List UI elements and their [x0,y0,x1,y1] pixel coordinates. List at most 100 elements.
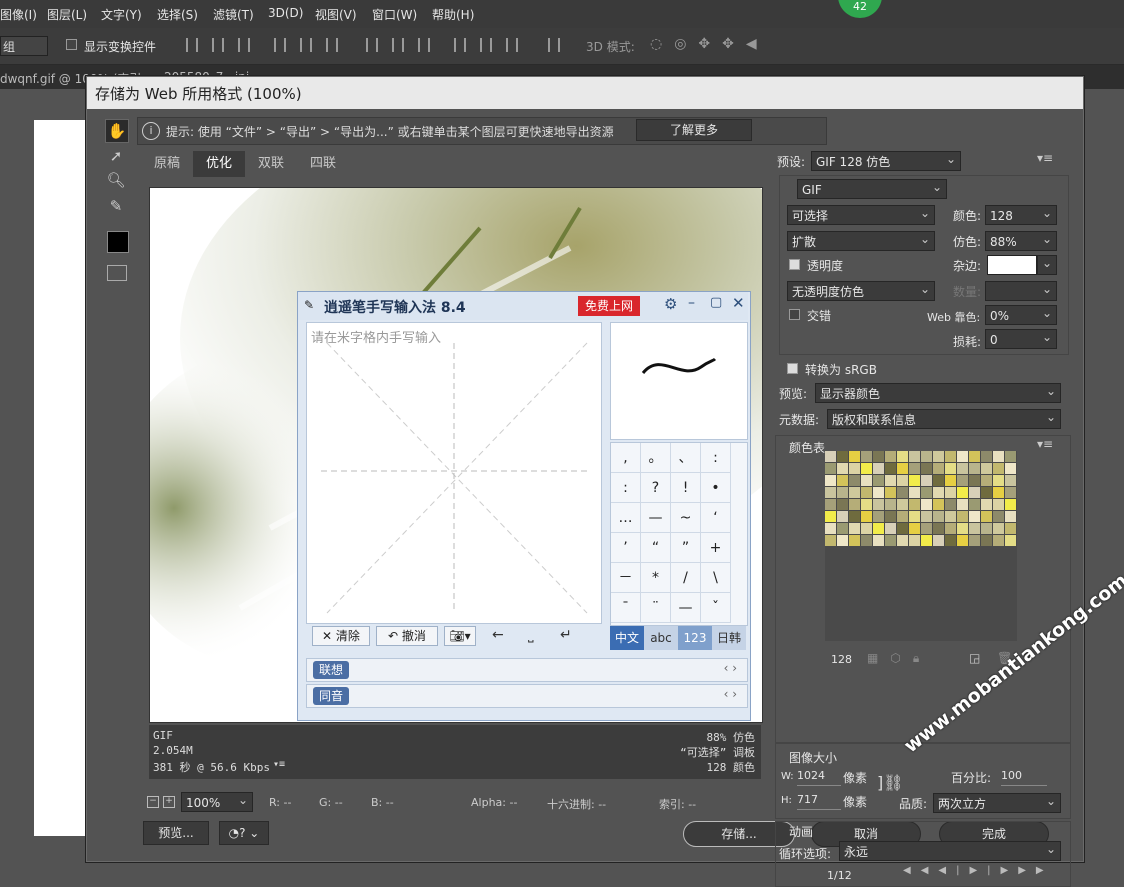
color-swatch[interactable] [933,475,944,486]
color-swatch[interactable] [981,499,992,510]
color-swatch[interactable] [825,463,836,474]
dither-select[interactable]: 88% [985,229,1057,251]
color-swatch[interactable] [921,475,932,486]
color-swatch[interactable] [849,487,860,498]
color-swatch[interactable] [945,463,956,474]
preview-button[interactable]: 预览... [143,821,209,845]
ime-handwriting-window[interactable]: ✎ 逍遥笔手写输入法 8.4 免费上网 ⚙ – ▢ ✕ 请在米字格内手写输入 ✕… [297,291,751,721]
color-swatch[interactable] [861,475,872,486]
undo-button[interactable]: ↶ 撤消 [376,626,438,646]
metadata-select[interactable]: 版权和联系信息 [827,407,1061,429]
color-swatch[interactable] [921,535,932,546]
color-swatch[interactable] [849,523,860,534]
symbol-key[interactable]: ” [671,533,701,563]
color-swatch[interactable] [873,487,884,498]
symbol-key[interactable]: / [671,563,701,593]
menu-type[interactable]: 文字(Y) [101,6,142,23]
slice-select-icon[interactable]: ➚ [105,145,127,167]
enter-icon[interactable]: ↵ [560,627,572,643]
learn-more-button[interactable]: 了解更多 [636,119,752,141]
color-swatch[interactable] [969,451,980,462]
color-swatch[interactable] [885,523,896,534]
association-nav-icon[interactable]: ‹ › [724,661,737,675]
color-swatch[interactable] [897,535,908,546]
symbol-key[interactable]: — [641,503,671,533]
align-bottom-icon[interactable] [238,38,250,52]
color-swatch[interactable] [981,511,992,522]
color-swatch[interactable] [885,451,896,462]
color-swatch[interactable] [825,451,836,462]
color-swatch[interactable] [825,499,836,510]
reduction-select[interactable]: 可选择 [787,203,935,225]
color-swatch[interactable] [861,511,872,522]
color-swatch[interactable] [885,535,896,546]
symbol-key[interactable]: : [701,443,731,473]
color-swatch[interactable] [933,499,944,510]
menu-window[interactable]: 窗口(W) [372,6,417,23]
lossy-select[interactable]: 0 [985,327,1057,349]
symbol-key[interactable]: 。 [641,443,671,473]
tab-optimized[interactable]: 优化 [193,151,245,177]
mode-jpkr[interactable]: 日韩 [712,626,746,650]
tab-original[interactable]: 原稿 [141,151,193,177]
symbol-key[interactable]: － [611,563,641,593]
color-swatch[interactable] [957,511,968,522]
hand-tool-icon[interactable]: ✋ [105,119,129,143]
color-swatch[interactable] [873,535,884,546]
color-swatch[interactable] [849,451,860,462]
matte-color-swatch[interactable] [987,255,1037,275]
color-swatch[interactable] [921,499,932,510]
zoom-tool-icon[interactable]: 🔍︎ [105,169,127,191]
distribute-vcenter-icon[interactable] [392,38,404,52]
color-swatch[interactable] [909,451,920,462]
color-swatch[interactable] [837,499,848,510]
color-swatch[interactable] [933,463,944,474]
colors-select[interactable]: 128 [985,203,1057,225]
symbol-key[interactable]: “ [641,533,671,563]
color-swatch[interactable] [897,523,908,534]
preview-select[interactable]: 显示器颜色 [815,381,1061,403]
symbol-key[interactable]: … [611,503,641,533]
symbol-key[interactable]: * [641,563,671,593]
color-swatch[interactable] [945,487,956,498]
settings-icon[interactable]: ⚙ [664,295,677,313]
distribute-right-icon[interactable] [506,38,518,52]
color-swatch[interactable] [945,535,956,546]
symbol-key[interactable]: — [671,593,701,623]
color-swatch[interactable] [873,499,884,510]
color-table[interactable] [825,451,1017,641]
align-top-icon[interactable] [186,38,198,52]
symbol-key[interactable]: • [701,473,731,503]
align-right-icon[interactable] [326,38,338,52]
distribute-top-icon[interactable] [366,38,378,52]
zoom-in-icon[interactable]: + [163,796,175,808]
color-swatch[interactable] [849,463,860,474]
color-swatch[interactable] [897,511,908,522]
color-swatch[interactable] [993,475,1004,486]
color-swatch[interactable] [1005,499,1016,510]
color-table-menu-icon[interactable]: ▾≡ [1037,437,1053,451]
color-swatch[interactable] [885,475,896,486]
matte-dropdown[interactable] [1037,253,1057,275]
symbol-key[interactable]: ˇ [701,593,731,623]
color-swatch[interactable] [921,511,932,522]
color-swatch[interactable] [1005,463,1016,474]
color-swatch[interactable] [969,499,980,510]
web-snap-select[interactable]: 0% [985,303,1057,325]
color-swatch[interactable] [945,523,956,534]
color-swatch[interactable] [825,475,836,486]
color-swatch[interactable] [981,451,992,462]
color-swatch[interactable] [993,523,1004,534]
symbol-key[interactable]: + [701,533,731,563]
color-swatch[interactable] [921,487,932,498]
color-swatch[interactable] [1005,511,1016,522]
color-table-tools-icon[interactable]: ▦⬡🔒︎ [867,651,931,666]
handwriting-pad[interactable]: 请在米字格内手写输入 [306,322,602,624]
color-swatch[interactable] [837,523,848,534]
color-swatch[interactable] [957,475,968,486]
color-swatch[interactable] [969,475,980,486]
group-select[interactable]: 组 [0,36,48,56]
browser-preview-icon[interactable]: ◔? ⌄ [219,821,269,845]
color-swatch[interactable] [981,535,992,546]
width-input[interactable]: 1024 [797,767,841,786]
